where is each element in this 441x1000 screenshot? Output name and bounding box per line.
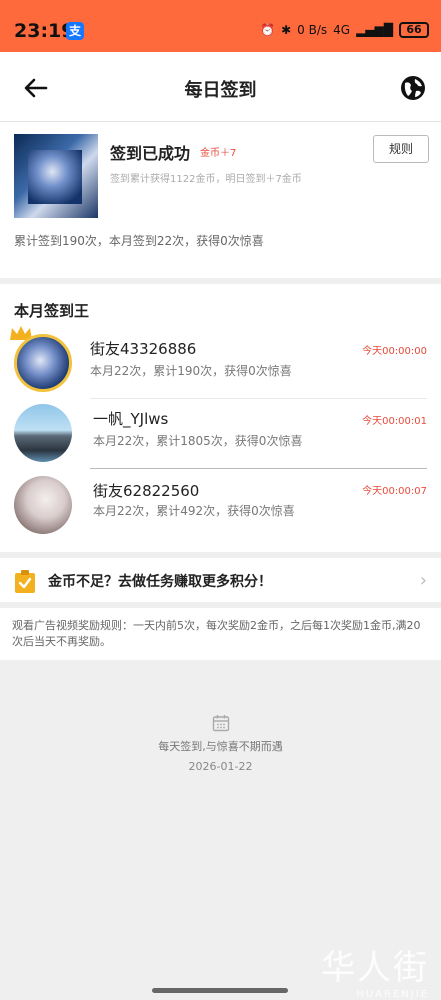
top-navbar: 每日签到	[0, 52, 441, 122]
chevron-right-icon: ›	[419, 570, 427, 591]
ad-rules-text: 观看广告视频奖励规则：一天内前5次，每次奖励2金币，之后每1次奖励1金币,满20…	[12, 619, 421, 648]
rank-name: 街友62822560	[93, 482, 200, 500]
earn-coins-banner[interactable]: 金币不足？去做任务赚取更多积分！ ›	[0, 558, 441, 602]
coin-reward-badge: 金币＋7	[200, 148, 237, 159]
alarm-icon: ⏰	[260, 23, 276, 37]
clipboard-check-icon	[15, 570, 35, 593]
row-divider	[90, 468, 427, 469]
avatar	[14, 476, 72, 534]
alipay-notification-icon: 支	[66, 22, 84, 40]
rank-time: 今天00:00:07	[362, 486, 427, 497]
gesture-home-bar[interactable]	[152, 988, 288, 993]
signin-subtitle: 签到累计获得1122金币，明日签到＋7金币	[110, 174, 302, 185]
globe-icon[interactable]	[399, 74, 427, 102]
section-title: 本月签到王	[14, 302, 90, 320]
list-item[interactable]: 街友43326886 本月22次，累计190次，获得0次惊喜 今天00:00:0…	[0, 330, 441, 400]
signin-success-title: 签到已成功	[110, 144, 191, 163]
list-item[interactable]: 街友62822560 本月22次，累计492次，获得0次惊喜 今天00:00:0…	[0, 470, 441, 540]
site-watermark: 华人街 HUARENJIE	[321, 940, 429, 1000]
rank-time: 今天00:00:01	[362, 416, 427, 427]
avatar	[14, 334, 72, 392]
list-item[interactable]: 一帆_YJlws 本月22次，累计1805次，获得0次惊喜 今天00:00:01	[0, 400, 441, 470]
signin-card: 签到已成功 金币＋7 签到累计获得1122金币，明日签到＋7金币 规则 累计签到…	[0, 122, 441, 278]
page-title: 每日签到	[184, 80, 257, 101]
user-avatar-large	[14, 134, 98, 218]
monthly-king-card: 本月签到王 街友43326886 本月22次，累计190次，获得0次惊喜 今天0…	[0, 284, 441, 552]
footer-area: 每天签到,与惊喜不期而遇 2026-01-22 华人街 HUARENJIE	[0, 660, 441, 1000]
avatar-image	[28, 150, 82, 204]
footer-slogan: 每天签到,与惊喜不期而遇	[158, 740, 283, 753]
rank-name: 街友43326886	[90, 340, 197, 358]
earn-coins-text: 金币不足？去做任务赚取更多积分！	[48, 574, 272, 590]
rank-stats: 本月22次，累计1805次，获得0次惊喜	[93, 434, 303, 448]
watermark-cn: 华人街	[321, 948, 429, 988]
status-bar: 23:19 支 ⏰ ✱ 0 B/s 4G ▂▄▆█ 66	[0, 0, 441, 52]
ad-rules-card: 观看广告视频奖励规则：一天内前5次，每次奖励2金币，之后每1次奖励1金币,满20…	[0, 608, 441, 660]
battery-icon: 66	[399, 22, 429, 38]
rank-name: 一帆_YJlws	[93, 410, 169, 428]
avatar	[14, 404, 72, 462]
rules-button[interactable]: 规则	[373, 135, 429, 163]
data-rate: 0 B/s	[297, 23, 328, 37]
rank-stats: 本月22次，累计190次，获得0次惊喜	[90, 364, 292, 378]
row-divider	[90, 398, 427, 399]
calendar-icon	[212, 715, 230, 732]
signin-summary: 累计签到190次，本月签到22次，获得0次惊喜	[14, 234, 264, 248]
watermark-en: HUARENJIE	[356, 989, 429, 1000]
footer-date: 2026-01-22	[188, 760, 253, 773]
rank-time: 今天00:00:00	[362, 346, 427, 357]
signal-icon: ▂▄▆█	[356, 23, 393, 37]
network-type: 4G	[333, 23, 351, 37]
bluetooth-icon: ✱	[281, 23, 292, 37]
rank-stats: 本月22次，累计492次，获得0次惊喜	[93, 504, 295, 518]
system-icons: ⏰ ✱ 0 B/s 4G ▂▄▆█ 66	[260, 22, 429, 38]
